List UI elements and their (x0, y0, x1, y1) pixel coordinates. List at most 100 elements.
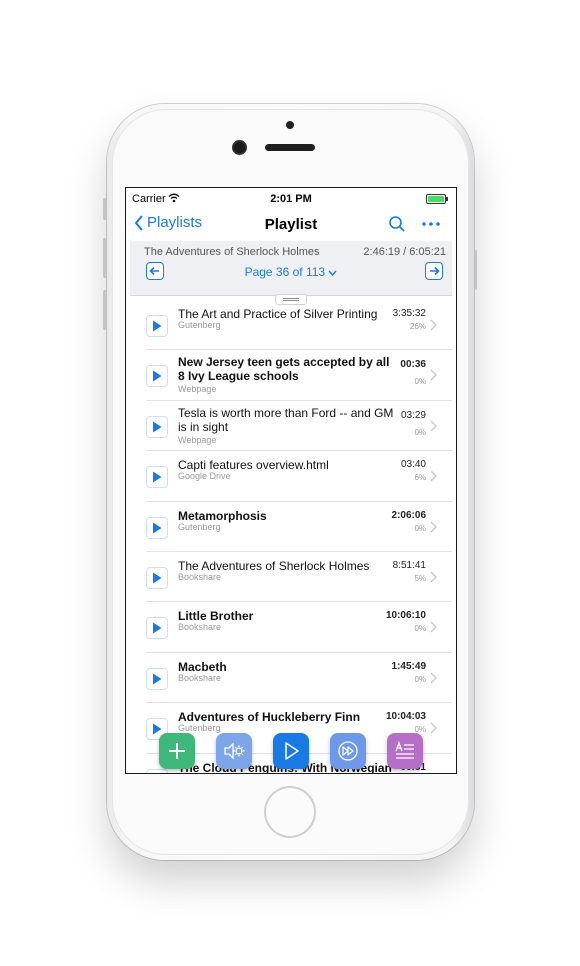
row-play-button[interactable] (146, 516, 168, 539)
row-duration: 3:35:32 (392, 308, 426, 319)
row-play-button[interactable] (146, 315, 168, 337)
page-selector-label: Page 36 of 113 (244, 265, 326, 279)
navigation-bar: Playlists Playlist (126, 208, 456, 242)
chevron-right-icon (430, 470, 437, 482)
row-duration: 8:51:41 (392, 559, 426, 571)
playback-time: 2:46:19 / 6:05:21 (363, 246, 446, 258)
row-duration: 10:04:03 (385, 711, 426, 723)
play-icon (153, 471, 162, 483)
row-title: The Art and Practice of Silver Printing (178, 307, 378, 321)
voice-settings-button[interactable] (216, 733, 252, 769)
chevron-right-icon (430, 521, 437, 533)
row-title: Little Brother (178, 609, 254, 624)
playlist: The Art and Practice of Silver Printing … (126, 300, 456, 773)
playlist-row[interactable]: Macbeth Bookshare 1:45:49 0% (126, 653, 456, 704)
app-screen: Carrier 2:01 PM Playlists Playlist The A… (126, 188, 456, 773)
chevron-right-icon (430, 571, 437, 583)
playlist-row[interactable]: Metamorphosis Gutenberg 2:06:06 0% (126, 502, 456, 553)
row-title: New Jersey teen gets accepted by all 8 I… (178, 355, 390, 384)
front-camera (234, 142, 245, 153)
row-title: Macbeth (178, 659, 227, 674)
row-play-button[interactable] (146, 365, 168, 388)
row-progress: 0% (414, 624, 426, 634)
current-book-title: The Adventures of Sherlock Holmes (144, 246, 320, 258)
row-title: Adventures of Huckleberry Finn (178, 710, 361, 725)
row-progress: 26% (409, 322, 426, 331)
earpiece-speaker (265, 144, 315, 151)
row-play-button[interactable] (146, 566, 168, 589)
row-play-button[interactable] (146, 415, 168, 438)
chevron-down-icon (328, 270, 337, 277)
fast-forward-icon (338, 741, 358, 761)
row-source: Webpage (178, 384, 217, 395)
row-progress: 0% (414, 523, 426, 533)
row-source: Webpage (178, 434, 217, 445)
row-progress: 0% (414, 377, 426, 387)
playlist-row[interactable]: Little Brother Bookshare 10:06:10 0% (126, 602, 456, 654)
row-source: Gutenberg (178, 320, 221, 330)
home-button[interactable] (264, 786, 316, 838)
row-play-button[interactable] (146, 466, 168, 489)
playlist-row[interactable]: Tesla is worth more than Ford -- and GM … (126, 401, 456, 452)
arrow-right-icon (430, 266, 440, 276)
plus-icon (169, 743, 185, 759)
speaker-gear-icon (224, 742, 245, 760)
row-progress: 0% (414, 427, 426, 437)
row-progress: 0% (414, 674, 426, 684)
row-duration: 10:06:10 (385, 610, 426, 622)
row-play-button[interactable] (146, 768, 168, 773)
back-button[interactable]: Playlists (134, 214, 202, 231)
row-duration: 2:06:06 (391, 509, 426, 521)
text-view-button[interactable] (387, 733, 423, 769)
row-title: The Adventures of Sherlock Holmes (178, 558, 370, 573)
row-duration: 03:40 (400, 459, 426, 471)
row-title: Capti features overview.html (178, 458, 329, 473)
text-lines-icon (395, 741, 414, 759)
chevron-right-icon (430, 621, 437, 633)
status-time: 2:01 PM (270, 193, 312, 205)
search-icon[interactable] (388, 215, 406, 233)
row-title: Tesla is worth more than Ford -- and GM … (178, 405, 394, 434)
playlist-row[interactable]: New Jersey teen gets accepted by all 8 I… (126, 350, 456, 402)
row-source: Bookshare (178, 672, 222, 683)
status-bar: Carrier 2:01 PM (126, 188, 456, 208)
chevron-left-icon (134, 214, 143, 231)
chevron-right-icon (430, 319, 437, 331)
row-duration: 00:36 (400, 359, 426, 371)
play-icon (285, 742, 299, 760)
row-source: Bookshare (178, 622, 222, 633)
row-play-button[interactable] (146, 617, 168, 640)
play-icon (153, 522, 162, 534)
camera-dot (286, 121, 294, 129)
next-page-button[interactable] (425, 262, 443, 280)
chevron-right-icon (430, 369, 437, 381)
play-icon (153, 723, 162, 735)
row-source: Gutenberg (178, 723, 221, 734)
row-progress: 6% (414, 473, 426, 483)
row-duration: 03:29 (400, 409, 426, 421)
row-source: Gutenberg (178, 521, 221, 532)
chevron-right-icon (430, 672, 437, 684)
play-button[interactable] (273, 733, 309, 769)
play-icon (153, 572, 162, 584)
chevron-right-icon (430, 722, 437, 734)
row-source: Bookshare (178, 571, 222, 582)
row-duration: 1:45:49 (391, 660, 426, 672)
chevron-right-icon (430, 420, 437, 432)
add-button[interactable] (159, 733, 195, 769)
fast-forward-button[interactable] (330, 733, 366, 769)
play-icon (153, 622, 162, 634)
row-source: Google Drive (178, 471, 231, 482)
row-play-button[interactable] (146, 667, 168, 690)
playlist-row[interactable]: Capti features overview.html Google Driv… (126, 451, 456, 502)
battery-icon (426, 194, 448, 204)
playlist-row[interactable]: The Art and Practice of Silver Printing … (126, 300, 456, 351)
row-progress: 5% (414, 573, 426, 583)
page-selector[interactable]: Page 36 of 113 (130, 265, 452, 279)
playlist-row[interactable]: The Adventures of Sherlock Holmes Booksh… (126, 552, 456, 603)
more-icon[interactable] (420, 215, 442, 233)
row-title: Metamorphosis (178, 508, 267, 523)
play-icon (153, 421, 162, 433)
now-playing-bar: The Adventures of Sherlock Holmes 2:46:1… (130, 241, 452, 296)
play-icon (153, 673, 162, 685)
